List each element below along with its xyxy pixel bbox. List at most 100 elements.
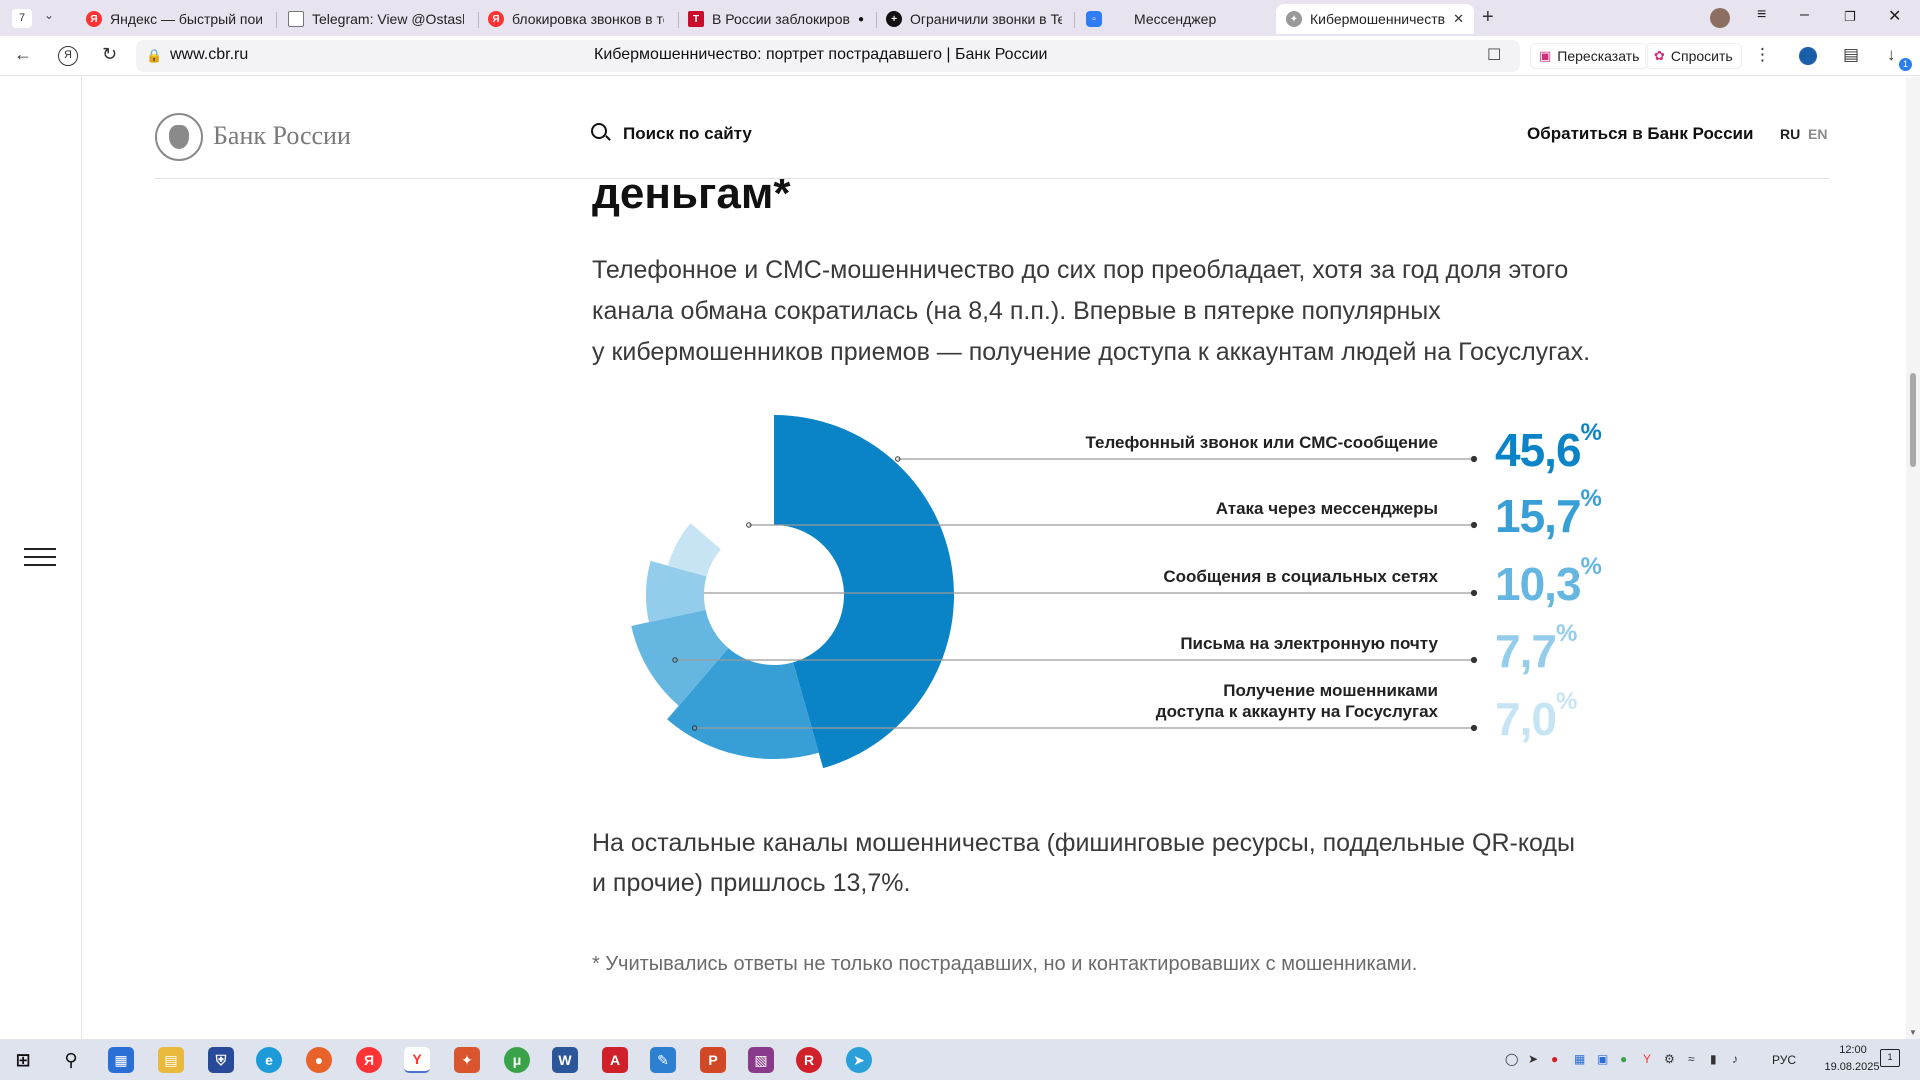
chevron-down-icon[interactable]: ⌄ xyxy=(44,8,54,22)
restore-window-icon[interactable]: ❐ xyxy=(1844,9,1856,25)
firefox-icon[interactable]: ● xyxy=(306,1047,332,1073)
ask-button[interactable]: ✿ Спросить xyxy=(1645,43,1742,69)
shield-app-icon[interactable]: ⛨ xyxy=(208,1047,234,1073)
close-window-icon[interactable]: ✕ xyxy=(1888,6,1901,26)
yandex-icon: Я xyxy=(488,11,504,27)
search-icon[interactable]: ⚲ xyxy=(58,1047,84,1073)
utorrent-icon[interactable]: μ xyxy=(504,1047,530,1073)
windows-start-icon[interactable]: ⊞ xyxy=(10,1047,36,1073)
messenger-icon: ▫ xyxy=(1086,11,1102,27)
tray-telegram-icon[interactable]: ➤ xyxy=(1528,1052,1538,1066)
chart-value-number: 10,3 xyxy=(1495,558,1582,610)
site-header: Банк России Поиск по сайту Обратиться в … xyxy=(155,77,1829,179)
file-explorer-icon[interactable]: ▤ xyxy=(158,1047,184,1073)
scroll-down-arrow-icon[interactable]: ▼ xyxy=(1909,1028,1917,1037)
search-icon[interactable] xyxy=(591,123,607,139)
leader-dot xyxy=(1470,656,1478,664)
chart-category-label-line: Получение мошенниками xyxy=(1223,681,1438,700)
tray-widget-icon[interactable]: ◯ xyxy=(1505,1052,1518,1066)
fraud-channels-donut-chart: Телефонный звонок или СМС-сообщение 45,6%… xyxy=(592,412,1652,802)
chart-value-unit: % xyxy=(1580,553,1602,580)
chart-value-label: 45,6% xyxy=(1495,421,1602,476)
chart-category-label-line: Письма на электронную почту xyxy=(1180,634,1438,653)
chart-value-unit: % xyxy=(1580,485,1602,512)
leader-dot xyxy=(1470,589,1478,597)
new-tab-plus-icon[interactable]: + xyxy=(1482,6,1494,29)
chart-category-label: Получение мошенниками доступа к аккаунту … xyxy=(1156,680,1438,722)
edge-browser-icon[interactable]: e xyxy=(256,1047,282,1073)
input-language[interactable]: РУС xyxy=(1772,1053,1796,1067)
wifi-icon[interactable]: ≈ xyxy=(1688,1052,1695,1066)
paint-icon[interactable]: ✎ xyxy=(650,1047,676,1073)
menu-icon[interactable]: ≡ xyxy=(1757,6,1766,24)
bank-eagle-logo-icon[interactable] xyxy=(155,113,203,161)
yandex-home-icon[interactable]: Я xyxy=(58,46,78,66)
tray-utorrent-icon[interactable]: ● xyxy=(1620,1052,1627,1066)
lang-ru-link[interactable]: RU xyxy=(1780,126,1800,142)
store-icon[interactable]: ▦ xyxy=(108,1047,134,1073)
winrar-icon[interactable]: ▧ xyxy=(748,1047,774,1073)
leader-dot xyxy=(1470,724,1478,732)
page-viewport: Банк России Поиск по сайту Обратиться в … xyxy=(0,77,1920,1039)
telegram-icon[interactable]: ➤ xyxy=(846,1047,872,1073)
scroll-thumb[interactable] xyxy=(1910,373,1916,467)
acrobat-icon[interactable]: A xyxy=(602,1047,628,1073)
profile-avatar[interactable] xyxy=(1710,8,1730,28)
tab-count-button[interactable]: 7 xyxy=(12,9,32,28)
yandex-icon[interactable]: Я xyxy=(356,1047,382,1073)
back-arrow-icon[interactable]: ← xyxy=(14,44,32,65)
powerpoint-icon[interactable]: P xyxy=(700,1047,726,1073)
contact-bank-link[interactable]: Обратиться в Банк России xyxy=(1527,124,1753,144)
tab-calls-limited[interactable]: + Ограничили звонки в Tel xyxy=(876,4,1072,34)
word-icon[interactable]: W xyxy=(552,1047,578,1073)
chart-value-number: 7,0 xyxy=(1495,693,1557,745)
lead-line: у кибермошенников приемов — получение до… xyxy=(592,338,1591,366)
logo-text[interactable]: Банк России xyxy=(213,121,351,151)
tab-cyberfraud-active[interactable]: ✦ Кибермошенничество ✕ xyxy=(1276,4,1474,34)
document-icon xyxy=(288,11,304,27)
minimize-icon[interactable]: – xyxy=(1800,6,1809,24)
extensions-icon[interactable]: ▤ xyxy=(1843,45,1859,65)
tab-messenger[interactable]: ▫ Мессенджер xyxy=(1076,4,1272,34)
chart-category-label-line: Сообщения в социальных сетях xyxy=(1163,567,1438,586)
lock-icon[interactable]: 🔒 xyxy=(146,48,162,64)
vpn-extension-icon[interactable] xyxy=(1799,47,1817,65)
tray-vpn-icon[interactable]: ⚙ xyxy=(1664,1052,1675,1066)
more-vertical-icon[interactable]: ⋮ xyxy=(1754,45,1771,65)
url-text[interactable]: www.cbr.ru xyxy=(170,46,248,64)
notification-center-icon[interactable]: 1 xyxy=(1880,1049,1900,1067)
lead-paragraph: Телефонное и СМС-мошенничество до сих по… xyxy=(592,250,1702,373)
chart-value-number: 45,6 xyxy=(1495,424,1582,476)
tray-yandex-icon[interactable]: Y xyxy=(1643,1052,1651,1066)
battery-icon[interactable]: ▮ xyxy=(1710,1052,1717,1066)
retell-button[interactable]: ▣ Пересказать xyxy=(1530,43,1649,69)
clock-date[interactable]: 19.08.2025 xyxy=(1815,1061,1889,1073)
tab-telegram[interactable]: Telegram: View @Ostashk xyxy=(278,4,474,34)
tray-r-icon[interactable]: ● xyxy=(1551,1052,1558,1066)
tab-call-blocking[interactable]: Я блокировка звонков в те xyxy=(478,4,674,34)
site-search-link[interactable]: Поиск по сайту xyxy=(623,124,752,144)
chart-value-unit: % xyxy=(1580,419,1602,446)
chart-value-label: 10,3% xyxy=(1495,555,1602,610)
yandex-browser-icon[interactable]: Y xyxy=(404,1047,430,1073)
brave-icon[interactable]: ✦ xyxy=(454,1047,480,1073)
bookmark-icon[interactable]: ☐ xyxy=(1487,45,1501,65)
after-line: На остальные каналы мошенничества (фишин… xyxy=(592,829,1575,857)
reload-icon[interactable]: ↻ xyxy=(102,44,117,65)
hamburger-menu-icon[interactable] xyxy=(24,548,56,568)
download-icon[interactable]: ↓ xyxy=(1887,45,1896,65)
tab-russia-blocked[interactable]: T В России заблокирова ● xyxy=(678,4,874,34)
tray-grid-icon[interactable]: ▦ xyxy=(1574,1052,1585,1066)
chart-value-label: 7,7% xyxy=(1495,622,1577,675)
tab-yandex-search[interactable]: Я Яндекс — быстрый поиск xyxy=(76,4,272,34)
r-app-icon[interactable]: R xyxy=(796,1047,822,1073)
volume-icon[interactable]: ♪ xyxy=(1732,1052,1738,1066)
chart-value-number: 15,7 xyxy=(1495,490,1582,542)
lang-en-link[interactable]: EN xyxy=(1808,126,1827,142)
chart-value-unit: % xyxy=(1555,688,1577,715)
page-scrollbar[interactable]: ▼ xyxy=(1906,77,1920,1039)
tray-camera-icon[interactable]: ▣ xyxy=(1597,1052,1608,1066)
t-journal-icon: T xyxy=(688,11,704,27)
clock-time[interactable]: 12:00 xyxy=(1823,1044,1883,1056)
close-tab-icon[interactable]: ✕ xyxy=(1453,11,1464,27)
